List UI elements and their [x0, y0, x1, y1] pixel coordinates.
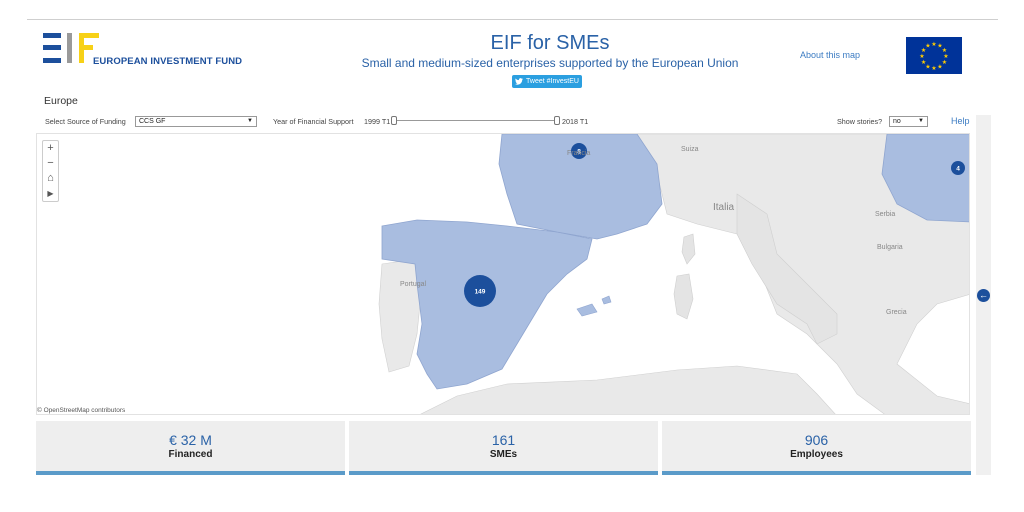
zoom-in-button[interactable]: + — [43, 141, 58, 156]
year-slider-start-handle[interactable] — [391, 116, 397, 125]
stat-smes-value: 161 — [491, 432, 516, 448]
stat-financed-label: Financed — [168, 449, 213, 460]
play-icon[interactable]: ▶ — [43, 186, 58, 201]
map-view[interactable]: 8 4 149 Suiza Italia Serbia Bulgaria Portugal G… — [36, 133, 970, 415]
show-stories-label: Show stories? — [837, 117, 883, 126]
twitter-bird-icon — [515, 78, 524, 85]
land-corsica — [681, 233, 696, 265]
stat-employees-label: Employees — [790, 449, 843, 460]
help-link[interactable]: Help — [951, 116, 970, 126]
map-country-label: Italia — [713, 202, 735, 213]
chevron-down-icon: ▼ — [918, 118, 924, 124]
stat-employees-value: 906 — [804, 432, 829, 448]
map-cluster-marker[interactable]: 149 — [464, 275, 496, 307]
eu-stars: ★★★★★★★★★ ★ ★★ — [919, 41, 948, 72]
year-label: Year of Financial Support — [273, 117, 354, 126]
about-map-link[interactable]: About this map — [800, 50, 860, 60]
map-country-label: Suiza — [681, 146, 699, 153]
year-start-label: 1999 T1 — [364, 117, 391, 126]
page-title: EIF for SMEs — [490, 32, 610, 54]
eu-star: ★ — [943, 53, 948, 60]
funding-source-value: CCS GF — [139, 118, 166, 125]
region-label: Europe — [44, 95, 78, 107]
eu-star: ★ — [921, 59, 926, 66]
land-sardinia — [673, 273, 694, 320]
top-divider — [27, 19, 998, 20]
stat-financed-value: € 32 M — [169, 432, 212, 448]
arrow-left-icon[interactable]: ← — [977, 289, 990, 302]
map-country-label: Portugal — [400, 281, 427, 288]
map-country-label: Francia — [567, 150, 590, 157]
map-canvas[interactable]: 84149 SuizaItaliaSerbiaBulgariaPortugalG… — [37, 134, 970, 415]
zoom-out-button[interactable]: − — [43, 156, 58, 171]
funding-source-label: Select Source of Funding — [45, 117, 126, 126]
stat-employees: 906 Employees — [662, 421, 971, 475]
land-portugal — [378, 258, 423, 373]
stat-smes: 161 SMEs — [349, 421, 658, 475]
eu-star: ★ — [942, 47, 947, 54]
map-country-label: Serbia — [875, 211, 895, 218]
map-cluster-marker[interactable]: 4 — [951, 161, 965, 175]
tweet-label: Tweet #InvestEU — [526, 78, 579, 85]
stat-financed: € 32 M Financed — [36, 421, 345, 475]
home-icon[interactable]: ⌂ — [43, 171, 58, 186]
map-zoom-control: + − ⌂ ▶ — [42, 140, 59, 202]
eu-star: ★ — [931, 65, 936, 72]
chevron-down-icon: ▼ — [247, 118, 253, 124]
page-subtitle: Small and medium-sized enterprises suppo… — [361, 56, 739, 70]
show-stories-value: no — [893, 118, 901, 125]
eu-star: ★ — [925, 43, 930, 50]
land-balearics — [576, 295, 612, 317]
eu-star: ★ — [937, 63, 942, 70]
funding-source-select[interactable]: CCS GF ▼ — [135, 116, 257, 127]
eu-flag: ★ ★ ★ ★ ★ ★ ★ ★ ★ ★ ★ ★ — [906, 37, 962, 74]
stat-smes-label: SMEs — [489, 449, 518, 460]
map-attribution[interactable]: © OpenStreetMap contributors — [37, 407, 125, 414]
year-slider-end-handle[interactable] — [554, 116, 560, 125]
map-country-label: Bulgaria — [877, 244, 903, 251]
eu-star: ★ — [919, 53, 924, 60]
year-end-label: 2018 T1 — [562, 117, 589, 126]
show-stories-select[interactable]: no ▼ — [889, 116, 928, 127]
cluster-count-label: 149 — [475, 289, 486, 296]
tweet-button[interactable]: Tweet #InvestEU — [512, 75, 582, 88]
cluster-count-label: 4 — [956, 166, 960, 173]
year-slider-track[interactable] — [394, 120, 557, 121]
map-country-label: Grecia — [886, 309, 907, 316]
eu-star: ★ — [931, 41, 936, 48]
